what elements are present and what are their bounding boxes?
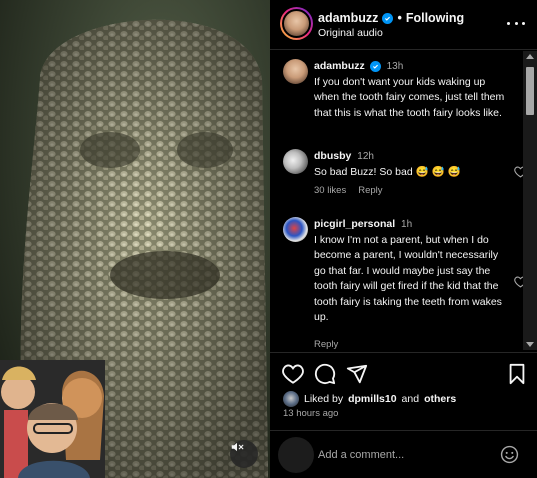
post-actions: Liked by dpmills10 and others 13 hours a… bbox=[270, 352, 537, 430]
liked-by-user[interactable]: dpmills10 bbox=[348, 393, 396, 405]
liked-by-and: and bbox=[401, 393, 420, 405]
liked-by-others[interactable]: others bbox=[424, 393, 456, 405]
scroll-thumb[interactable] bbox=[526, 67, 534, 115]
post-media[interactable] bbox=[0, 0, 270, 478]
mute-button[interactable] bbox=[230, 440, 258, 468]
author-avatar[interactable] bbox=[280, 7, 313, 40]
comment-text: So bad Buzz! So bad 😅 😅 😅 bbox=[314, 165, 461, 178]
verified-badge-icon bbox=[369, 61, 381, 72]
comment-username[interactable]: adambuzz bbox=[314, 60, 365, 72]
following-button[interactable]: Following bbox=[406, 11, 464, 25]
comment-body: adambuzz 13h If you don't want your kids… bbox=[314, 59, 508, 121]
more-options-icon[interactable] bbox=[507, 16, 525, 30]
comment-likes[interactable]: 30 likes bbox=[314, 185, 346, 196]
comment-body: dbusby 12h So bad Buzz! So bad 😅 😅 😅 bbox=[314, 149, 508, 180]
scroll-up-arrow-icon[interactable] bbox=[526, 54, 534, 59]
comment-avatar[interactable] bbox=[283, 217, 308, 242]
comment-reply-button[interactable]: Reply bbox=[314, 339, 338, 350]
bookmark-icon[interactable] bbox=[506, 363, 528, 385]
comment-username[interactable]: picgirl_personal bbox=[314, 218, 395, 230]
comment-time: 13h bbox=[386, 61, 404, 72]
caption-comment: adambuzz 13h If you don't want your kids… bbox=[283, 59, 513, 139]
scroll-down-arrow-icon[interactable] bbox=[526, 342, 534, 347]
post-sidebar: adambuzz • Following Original audio adam… bbox=[270, 0, 537, 478]
audio-label[interactable]: Original audio bbox=[318, 27, 383, 39]
comments-scrollbar[interactable] bbox=[523, 51, 537, 350]
comment-time: 12h bbox=[357, 151, 374, 162]
comment-text: I know I'm not a parent, but when I do b… bbox=[314, 233, 502, 324]
liked-by-avatar[interactable] bbox=[283, 391, 299, 407]
post-header: adambuzz • Following Original audio bbox=[270, 0, 537, 50]
liked-by-prefix: Liked by bbox=[304, 393, 344, 405]
verified-badge-icon bbox=[382, 12, 394, 24]
media-image bbox=[0, 19, 268, 478]
comment-body: picgirl_personal 1h I know I'm not a par… bbox=[314, 217, 508, 326]
comment-avatar[interactable] bbox=[283, 149, 308, 174]
current-user-avatar bbox=[278, 437, 314, 473]
paper-plane-icon[interactable] bbox=[346, 363, 368, 385]
speaker-muted-icon bbox=[231, 442, 244, 452]
comment-input[interactable] bbox=[318, 445, 488, 465]
comment-text: If you don't want your kids waking up wh… bbox=[314, 75, 505, 119]
comment-item: picgirl_personal 1h I know I'm not a par… bbox=[283, 217, 527, 351]
comment-reply-button[interactable]: Reply bbox=[358, 185, 382, 196]
author-row: adambuzz • Following bbox=[318, 11, 464, 25]
comment-item: dbusby 12h So bad Buzz! So bad 😅 😅 😅 30 … bbox=[283, 149, 527, 199]
comment-meta: Reply bbox=[314, 339, 338, 350]
comment-time: 1h bbox=[401, 219, 413, 230]
heart-icon[interactable] bbox=[282, 363, 304, 385]
add-comment-bar bbox=[270, 430, 537, 478]
emoji-smile-icon[interactable] bbox=[500, 445, 519, 464]
separator-dot: • bbox=[397, 11, 402, 25]
comment-meta: 30 likes Reply bbox=[314, 185, 383, 196]
comment-avatar[interactable] bbox=[283, 59, 308, 84]
post-timestamp[interactable]: 13 hours ago bbox=[283, 408, 338, 419]
comment-username[interactable]: dbusby bbox=[314, 150, 351, 162]
comments-list[interactable]: adambuzz 13h If you don't want your kids… bbox=[270, 51, 537, 351]
liked-by-row: Liked by dpmills10 and others bbox=[283, 391, 456, 407]
author-username[interactable]: adambuzz bbox=[318, 11, 378, 25]
comment-bubble-icon[interactable] bbox=[314, 363, 336, 385]
